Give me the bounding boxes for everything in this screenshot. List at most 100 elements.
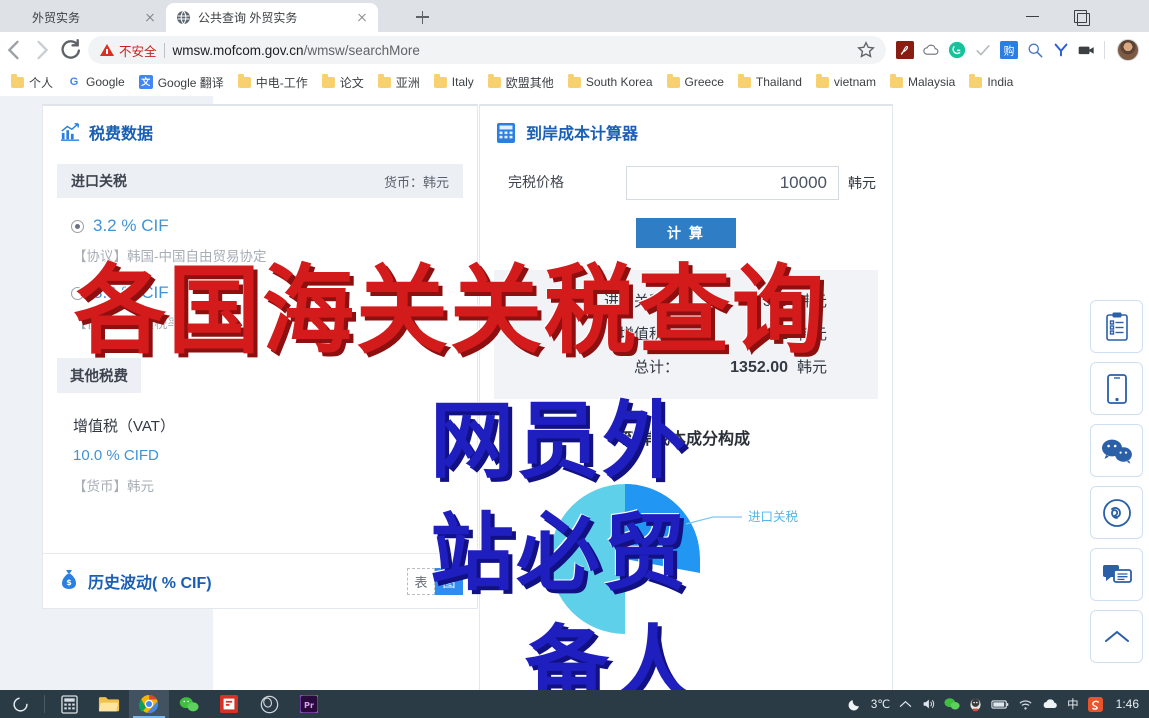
bookmark-item[interactable]: South Korea	[561, 72, 660, 92]
bookmark-item[interactable]: 亚洲	[371, 71, 427, 94]
result-label: 增值税：	[618, 326, 679, 343]
bookmark-label: 中电-工作	[255, 75, 308, 90]
camera-icon[interactable]	[1074, 37, 1100, 63]
bookmark-item[interactable]: Greece	[660, 72, 731, 92]
rate-value: 3.2 % CIF	[93, 216, 169, 235]
moon-icon[interactable]	[848, 690, 862, 718]
bookmark-item[interactable]: India	[962, 72, 1020, 92]
battery-icon[interactable]	[991, 690, 1009, 718]
star-icon[interactable]	[855, 39, 877, 61]
back-to-top-icon[interactable]	[1090, 610, 1143, 663]
shopping-icon[interactable]: 购	[996, 37, 1022, 63]
bookmark-item[interactable]: 文 Google 翻译	[132, 71, 231, 94]
google-icon: G	[69, 76, 79, 88]
new-tab-button[interactable]	[408, 5, 436, 29]
browser-tab-1[interactable]: 外贸实务	[0, 3, 166, 32]
other-fees-heading: 其他税费	[57, 358, 141, 393]
sogou-icon[interactable]	[1087, 690, 1103, 718]
taskbar-wechat-icon[interactable]	[169, 690, 209, 718]
folder-icon	[433, 74, 447, 88]
bookmark-item[interactable]: G Google	[60, 72, 132, 92]
forward-icon[interactable]	[28, 36, 56, 64]
warning-icon	[100, 44, 114, 56]
calculate-button[interactable]: 计 算	[636, 218, 736, 248]
taskbar-calculator-icon[interactable]	[49, 690, 89, 718]
toggle-table[interactable]: 表	[407, 567, 435, 595]
miniprogram-icon[interactable]	[1090, 486, 1143, 539]
close-button[interactable]	[1103, 0, 1149, 32]
maximize-button[interactable]	[1057, 0, 1103, 32]
clipboard-icon[interactable]	[1090, 300, 1143, 353]
minimize-button[interactable]	[1011, 0, 1057, 32]
taskbar-pdf-reader-icon[interactable]	[209, 690, 249, 718]
folder-icon	[487, 74, 501, 88]
bookmark-item[interactable]: 中电-工作	[231, 71, 315, 94]
feedback-icon[interactable]	[1090, 548, 1143, 601]
toggle-chart[interactable]: 图	[435, 567, 463, 595]
wechat-icon[interactable]	[1090, 424, 1143, 477]
screen: 外贸实务 公共查询 外贸实务 不安全 wmsw.mofcom.gov.cn/wm…	[0, 0, 1149, 718]
page-viewport: 税费数据 进口关税 货币：韩元 3.2 % CIF 【协议】韩国-中国自由贸易协…	[0, 96, 1149, 690]
volume-icon[interactable]	[921, 690, 935, 718]
chevron-up-icon[interactable]	[899, 690, 912, 718]
close-icon[interactable]	[354, 10, 370, 26]
taskbar-file-explorer-icon[interactable]	[89, 690, 129, 718]
result-unit: 韩元	[797, 359, 828, 376]
bookmark-item[interactable]: Malaysia	[883, 72, 962, 92]
taskbar-premiere-icon[interactable]: Pr	[289, 690, 329, 718]
reload-icon[interactable]	[56, 36, 84, 64]
radio-icon[interactable]	[71, 286, 84, 300]
bookmark-item[interactable]: 论文	[315, 71, 371, 94]
url-path: /wmsw/searchMore	[303, 42, 420, 58]
landed-cost-calculator-card: 到岸成本计算器 完税价格 韩元 计 算 进口关税： 320 韩元 增值税： 10…	[479, 104, 893, 690]
rate-option-1[interactable]: 3.2 % CIF	[43, 198, 477, 236]
url-text: wmsw.mofcom.gov.cn/wmsw/searchMore	[173, 43, 855, 58]
bookmark-label: 个人	[29, 75, 54, 90]
window-controls	[1011, 0, 1149, 32]
folder-icon	[377, 74, 391, 88]
bookmark-item[interactable]: vietnam	[809, 72, 883, 92]
browser-toolbar: 不安全 wmsw.mofcom.gov.cn/wmsw/searchMore 购	[0, 32, 1149, 68]
extension-icons: 购	[892, 37, 1149, 63]
bookmark-item[interactable]: 个人	[4, 71, 60, 94]
taskbar-obs-icon[interactable]	[249, 690, 289, 718]
taskbar-chrome-icon[interactable]	[129, 690, 169, 718]
vat-rate: 10.0 % CIFD	[73, 447, 159, 464]
back-icon[interactable]	[0, 36, 28, 64]
bookmark-label: Italy	[451, 75, 474, 89]
start-button[interactable]	[0, 690, 40, 718]
magnifier-icon[interactable]	[1022, 37, 1048, 63]
floating-side-rail	[1090, 300, 1149, 672]
tax-data-title: 税费数据	[89, 126, 154, 143]
adobe-pdf-icon[interactable]	[892, 37, 918, 63]
address-bar[interactable]: 不安全 wmsw.mofcom.gov.cn/wmsw/searchMore	[88, 36, 886, 64]
omnibox-divider	[163, 42, 165, 58]
rate-note: 【协议】韩国-中国自由贸易协定	[73, 249, 267, 264]
cloud-icon[interactable]	[918, 37, 944, 63]
avatar[interactable]	[1117, 39, 1139, 61]
check-icon[interactable]	[970, 37, 996, 63]
bookmark-item[interactable]: Italy	[427, 72, 481, 92]
radio-icon[interactable]	[71, 219, 84, 233]
close-icon[interactable]	[142, 10, 158, 26]
ime-indicator[interactable]: 中	[1067, 690, 1079, 718]
clock[interactable]: 1:46	[1116, 697, 1139, 711]
duty-paid-price-input[interactable]	[626, 166, 839, 200]
mobile-icon[interactable]	[1090, 362, 1143, 415]
pie-chart-title: 到岸成本成分构成	[621, 431, 750, 448]
weather-temp[interactable]: 3℃	[871, 690, 890, 718]
browser-tab-2[interactable]: 公共查询 外贸实务	[166, 3, 378, 32]
qq-icon[interactable]	[969, 690, 982, 718]
wechat-icon[interactable]	[944, 690, 960, 718]
cloud-icon[interactable]	[1042, 690, 1058, 718]
wifi-icon[interactable]	[1018, 690, 1033, 718]
svg-text:$: $	[66, 578, 72, 587]
result-unit: 韩元	[797, 326, 828, 343]
bookmark-item[interactable]: Thailand	[731, 72, 809, 92]
result-unit: 韩元	[797, 293, 828, 310]
rate-option-2[interactable]: 8.0 % CIF	[43, 265, 477, 303]
y-icon[interactable]	[1048, 37, 1074, 63]
result-label: 进口关税：	[603, 293, 679, 310]
bookmark-item[interactable]: 欧盟其他	[481, 71, 561, 94]
grammarly-icon[interactable]	[944, 37, 970, 63]
